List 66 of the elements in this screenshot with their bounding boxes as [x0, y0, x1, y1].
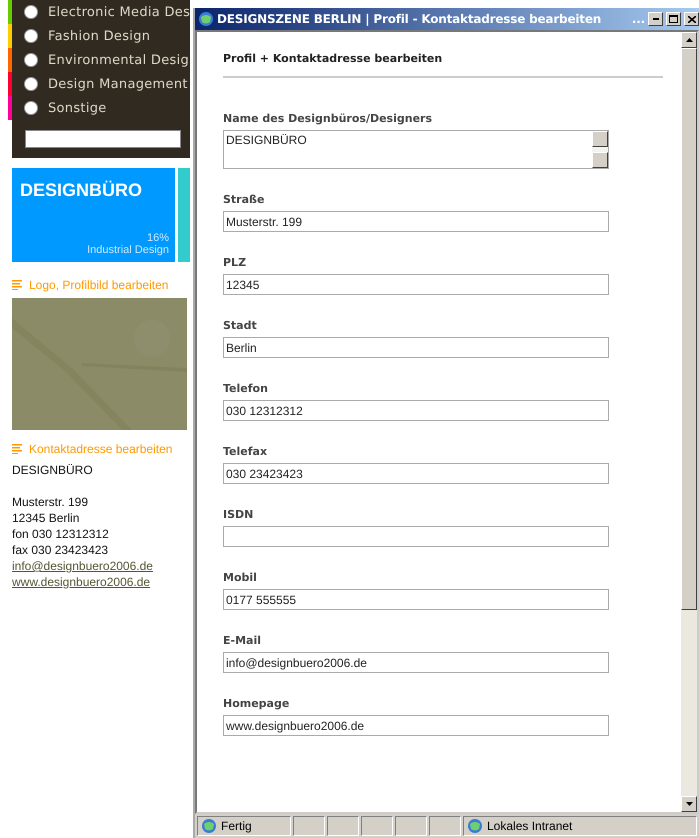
status-pane: [429, 816, 461, 836]
scroll-down-button[interactable]: [681, 796, 697, 812]
category-label[interactable]: Sonstige: [48, 100, 107, 116]
minimize-icon: [652, 18, 658, 20]
category-label[interactable]: Fashion Design: [48, 28, 150, 44]
page-heading: Profil + Kontaktadresse bearbeiten: [223, 52, 663, 78]
address-line: 12345 Berlin: [12, 510, 80, 526]
search-field[interactable]: [25, 130, 181, 148]
field-label: ISDN: [223, 508, 254, 521]
network-icon: [467, 818, 483, 834]
status-pane: [395, 816, 427, 836]
field-label: PLZ: [223, 256, 248, 269]
field-label: Mobil: [223, 571, 258, 584]
minimize-button[interactable]: [648, 12, 663, 26]
address-line: fax 030 23423423: [12, 542, 110, 558]
input-field[interactable]: 12345: [223, 274, 609, 295]
title-overflow: ...: [632, 12, 645, 26]
address-line: fon 030 12312312: [12, 526, 110, 542]
field-label: E-Mail: [223, 634, 262, 647]
status-pane: [361, 816, 393, 836]
status-pane: [293, 816, 325, 836]
radio-button[interactable]: [24, 29, 38, 43]
input-field[interactable]: [223, 526, 609, 547]
profile-category: Industrial Design: [86, 244, 169, 256]
status-text: Fertig: [221, 819, 252, 833]
radio-button[interactable]: [24, 101, 38, 115]
maximize-icon: [669, 15, 678, 23]
input-field[interactable]: Berlin: [223, 337, 609, 358]
maximize-button[interactable]: [666, 12, 681, 26]
down-arrow-icon: [686, 802, 692, 806]
browser-icon: [201, 818, 217, 834]
field-label: Homepage: [223, 697, 290, 710]
input-field[interactable]: 0177 555555: [223, 589, 609, 610]
input-field[interactable]: 030 23423423: [223, 463, 609, 484]
scroll-up-button[interactable]: [681, 32, 697, 48]
radio-button[interactable]: [24, 5, 38, 19]
window-title: DESIGNSZENE BERLIN | Profil - Kontaktadresse bearbeiten: [217, 12, 602, 26]
field-label: Name des Designbüros/Designers: [223, 112, 434, 125]
input-field[interactable]: 030 12312312: [223, 400, 609, 421]
address-line: Musterstr. 199: [12, 494, 90, 510]
website-link[interactable]: www.designbuero2006.de: [12, 574, 190, 590]
category-label[interactable]: Design Management: [48, 76, 188, 92]
close-button[interactable]: [684, 12, 699, 26]
field-label: Stadt: [223, 319, 258, 332]
profile-percent: 16%: [146, 232, 169, 244]
scroll-thumb[interactable]: [681, 48, 697, 610]
category-label[interactable]: Environmental Desig: [48, 52, 190, 68]
radio-button[interactable]: [24, 53, 38, 67]
input-field[interactable]: Musterstr. 199: [223, 211, 609, 232]
field-label: Telefon: [223, 382, 269, 395]
email-link[interactable]: info@designbuero2006.de: [12, 558, 190, 574]
field-label: Straße: [223, 193, 266, 206]
radio-button[interactable]: [24, 77, 38, 91]
input-field[interactable]: www.designbuero2006.de: [223, 715, 609, 736]
category-label[interactable]: Electronic Media Des: [48, 4, 190, 20]
list-icon: [12, 280, 23, 290]
field-label: Telefax: [223, 445, 268, 458]
address-name: DESIGNBÜRO: [12, 462, 94, 478]
profile-name: DESIGNBÜRO: [20, 180, 144, 201]
up-arrow-icon: [686, 38, 692, 42]
zone-text: Lokales Intranet: [487, 819, 572, 833]
input-field[interactable]: info@designbuero2006.de: [223, 652, 609, 673]
close-icon: [688, 16, 696, 22]
status-pane: [327, 816, 359, 836]
list-icon: [12, 444, 23, 454]
browser-icon: [198, 11, 214, 27]
